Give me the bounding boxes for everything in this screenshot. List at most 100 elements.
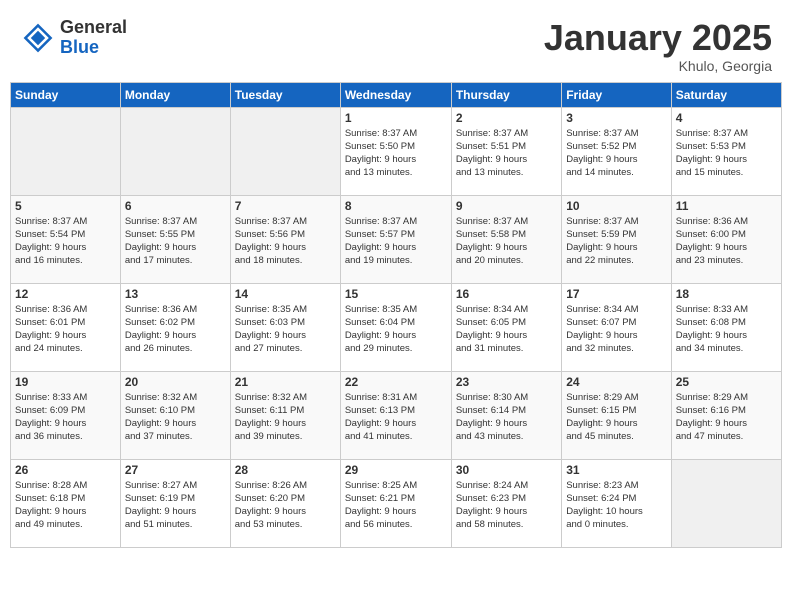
logo-icon <box>20 20 56 56</box>
calendar-cell: 18 Sunrise: 8:33 AM Sunset: 6:08 PM Dayli… <box>671 283 781 371</box>
calendar-cell <box>230 107 340 195</box>
day-info: Sunrise: 8:24 AM Sunset: 6:23 PM Dayligh… <box>456 479 557 532</box>
day-number: 10 <box>566 199 666 213</box>
day-number: 20 <box>125 375 226 389</box>
day-info: Sunrise: 8:36 AM Sunset: 6:01 PM Dayligh… <box>15 303 116 356</box>
day-info: Sunrise: 8:36 AM Sunset: 6:00 PM Dayligh… <box>676 215 777 268</box>
day-number: 17 <box>566 287 666 301</box>
day-info: Sunrise: 8:32 AM Sunset: 6:10 PM Dayligh… <box>125 391 226 444</box>
calendar-cell: 22 Sunrise: 8:31 AM Sunset: 6:13 PM Dayli… <box>340 371 451 459</box>
calendar-cell: 4 Sunrise: 8:37 AM Sunset: 5:53 PM Daylig… <box>671 107 781 195</box>
day-number: 13 <box>125 287 226 301</box>
weekday-header-sunday: Sunday <box>11 82 121 107</box>
calendar-cell: 3 Sunrise: 8:37 AM Sunset: 5:52 PM Daylig… <box>562 107 671 195</box>
weekday-header-saturday: Saturday <box>671 82 781 107</box>
weekday-header-tuesday: Tuesday <box>230 82 340 107</box>
calendar-cell: 28 Sunrise: 8:26 AM Sunset: 6:20 PM Dayli… <box>230 459 340 547</box>
calendar-cell: 27Sunrise: 8:27 AM Sunset: 6:19 PM Dayli… <box>120 459 230 547</box>
day-info: Sunrise: 8:33 AM Sunset: 6:09 PM Dayligh… <box>15 391 116 444</box>
calendar-cell: 5 Sunrise: 8:37 AM Sunset: 5:54 PM Daylig… <box>11 195 121 283</box>
calendar-cell: 16 Sunrise: 8:34 AM Sunset: 6:05 PM Dayli… <box>451 283 561 371</box>
day-number: 19 <box>15 375 116 389</box>
month-title: January 2025 <box>544 18 772 58</box>
location-subtitle: Khulo, Georgia <box>544 58 772 74</box>
day-number: 12 <box>15 287 116 301</box>
day-number: 16 <box>456 287 557 301</box>
calendar-cell: 20 Sunrise: 8:32 AM Sunset: 6:10 PM Dayli… <box>120 371 230 459</box>
weekday-header-friday: Friday <box>562 82 671 107</box>
day-info: Sunrise: 8:37 AM Sunset: 5:56 PM Dayligh… <box>235 215 336 268</box>
calendar-cell: 17Sunrise: 8:34 AM Sunset: 6:07 PM Dayli… <box>562 283 671 371</box>
day-number: 5 <box>15 199 116 213</box>
calendar-cell: 2 Sunrise: 8:37 AM Sunset: 5:51 PM Daylig… <box>451 107 561 195</box>
calendar-cell: 11 Sunrise: 8:36 AM Sunset: 6:00 PM Dayli… <box>671 195 781 283</box>
calendar-cell: 29 Sunrise: 8:25 AM Sunset: 6:21 PM Dayli… <box>340 459 451 547</box>
day-number: 2 <box>456 111 557 125</box>
logo-blue: Blue <box>60 38 127 58</box>
calendar-cell: 10 Sunrise: 8:37 AM Sunset: 5:59 PM Dayli… <box>562 195 671 283</box>
day-info: Sunrise: 8:37 AM Sunset: 5:51 PM Dayligh… <box>456 127 557 180</box>
day-info: Sunrise: 8:31 AM Sunset: 6:13 PM Dayligh… <box>345 391 447 444</box>
day-info: Sunrise: 8:35 AM Sunset: 6:04 PM Dayligh… <box>345 303 447 356</box>
day-info: Sunrise: 8:37 AM Sunset: 5:53 PM Dayligh… <box>676 127 777 180</box>
calendar-cell <box>11 107 121 195</box>
day-number: 27 <box>125 463 226 477</box>
day-info: Sunrise: 8:26 AM Sunset: 6:20 PM Dayligh… <box>235 479 336 532</box>
day-number: 22 <box>345 375 447 389</box>
day-info: Sunrise: 8:29 AM Sunset: 6:16 PM Dayligh… <box>676 391 777 444</box>
day-number: 3 <box>566 111 666 125</box>
calendar-cell <box>120 107 230 195</box>
day-number: 11 <box>676 199 777 213</box>
day-info: Sunrise: 8:34 AM Sunset: 6:05 PM Dayligh… <box>456 303 557 356</box>
day-number: 31 <box>566 463 666 477</box>
weekday-header-thursday: Thursday <box>451 82 561 107</box>
day-info: Sunrise: 8:37 AM Sunset: 5:52 PM Dayligh… <box>566 127 666 180</box>
day-info: Sunrise: 8:37 AM Sunset: 5:50 PM Dayligh… <box>345 127 447 180</box>
calendar-cell: 23 Sunrise: 8:30 AM Sunset: 6:14 PM Dayli… <box>451 371 561 459</box>
calendar-cell: 9Sunrise: 8:37 AM Sunset: 5:58 PM Daylig… <box>451 195 561 283</box>
calendar-cell: 8Sunrise: 8:37 AM Sunset: 5:57 PM Daylig… <box>340 195 451 283</box>
day-number: 21 <box>235 375 336 389</box>
day-number: 24 <box>566 375 666 389</box>
logo-general: General <box>60 18 127 38</box>
day-number: 25 <box>676 375 777 389</box>
day-number: 26 <box>15 463 116 477</box>
calendar-cell: 21 Sunrise: 8:32 AM Sunset: 6:11 PM Dayli… <box>230 371 340 459</box>
day-info: Sunrise: 8:29 AM Sunset: 6:15 PM Dayligh… <box>566 391 666 444</box>
calendar-cell: 30Sunrise: 8:24 AM Sunset: 6:23 PM Dayli… <box>451 459 561 547</box>
calendar-cell: 24 Sunrise: 8:29 AM Sunset: 6:15 PM Dayli… <box>562 371 671 459</box>
day-number: 1 <box>345 111 447 125</box>
week-row-2: 5 Sunrise: 8:37 AM Sunset: 5:54 PM Daylig… <box>11 195 782 283</box>
day-info: Sunrise: 8:37 AM Sunset: 5:55 PM Dayligh… <box>125 215 226 268</box>
day-info: Sunrise: 8:37 AM Sunset: 5:54 PM Dayligh… <box>15 215 116 268</box>
day-number: 23 <box>456 375 557 389</box>
week-row-4: 19 Sunrise: 8:33 AM Sunset: 6:09 PM Dayli… <box>11 371 782 459</box>
page-header: General Blue January 2025 Khulo, Georgia <box>10 10 782 78</box>
weekday-header-row: SundayMondayTuesdayWednesdayThursdayFrid… <box>11 82 782 107</box>
day-number: 4 <box>676 111 777 125</box>
title-block: January 2025 Khulo, Georgia <box>544 18 772 74</box>
day-number: 29 <box>345 463 447 477</box>
week-row-5: 26 Sunrise: 8:28 AM Sunset: 6:18 PM Dayli… <box>11 459 782 547</box>
calendar-cell: 19 Sunrise: 8:33 AM Sunset: 6:09 PM Dayli… <box>11 371 121 459</box>
calendar-cell: 6 Sunrise: 8:37 AM Sunset: 5:55 PM Daylig… <box>120 195 230 283</box>
day-info: Sunrise: 8:25 AM Sunset: 6:21 PM Dayligh… <box>345 479 447 532</box>
calendar-cell: 12 Sunrise: 8:36 AM Sunset: 6:01 PM Dayli… <box>11 283 121 371</box>
calendar-cell: 31 Sunrise: 8:23 AM Sunset: 6:24 PM Dayli… <box>562 459 671 547</box>
calendar-cell: 1 Sunrise: 8:37 AM Sunset: 5:50 PM Daylig… <box>340 107 451 195</box>
day-number: 18 <box>676 287 777 301</box>
calendar-cell: 13Sunrise: 8:36 AM Sunset: 6:02 PM Dayli… <box>120 283 230 371</box>
day-info: Sunrise: 8:37 AM Sunset: 5:59 PM Dayligh… <box>566 215 666 268</box>
calendar-cell: 7Sunrise: 8:37 AM Sunset: 5:56 PM Daylig… <box>230 195 340 283</box>
calendar-cell: 25 Sunrise: 8:29 AM Sunset: 6:16 PM Dayli… <box>671 371 781 459</box>
day-info: Sunrise: 8:30 AM Sunset: 6:14 PM Dayligh… <box>456 391 557 444</box>
day-info: Sunrise: 8:23 AM Sunset: 6:24 PM Dayligh… <box>566 479 666 532</box>
week-row-1: 1 Sunrise: 8:37 AM Sunset: 5:50 PM Daylig… <box>11 107 782 195</box>
day-number: 28 <box>235 463 336 477</box>
day-info: Sunrise: 8:32 AM Sunset: 6:11 PM Dayligh… <box>235 391 336 444</box>
day-info: Sunrise: 8:37 AM Sunset: 5:57 PM Dayligh… <box>345 215 447 268</box>
calendar-cell: 14Sunrise: 8:35 AM Sunset: 6:03 PM Dayli… <box>230 283 340 371</box>
day-info: Sunrise: 8:33 AM Sunset: 6:08 PM Dayligh… <box>676 303 777 356</box>
day-number: 6 <box>125 199 226 213</box>
day-info: Sunrise: 8:28 AM Sunset: 6:18 PM Dayligh… <box>15 479 116 532</box>
